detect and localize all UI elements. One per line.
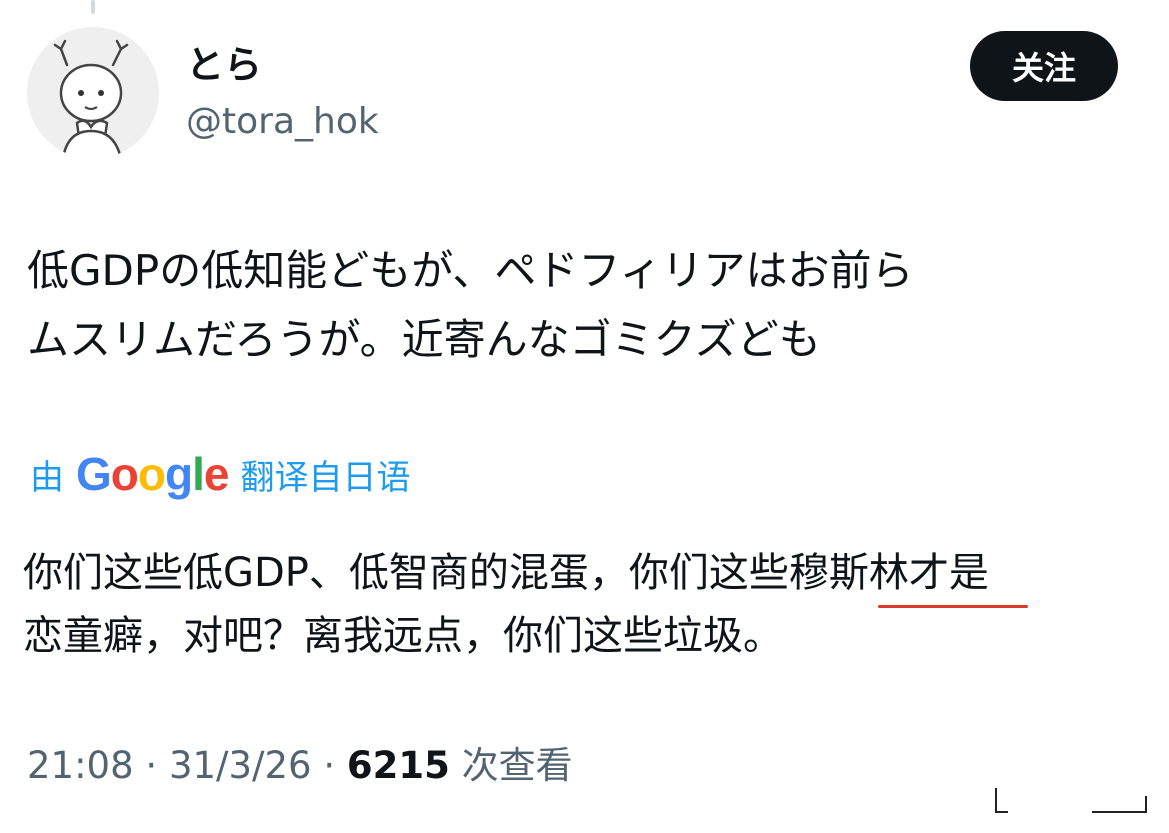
cartoon-baby-avatar-icon	[27, 27, 159, 159]
tweet-date[interactable]: 31/3/26	[169, 744, 312, 787]
translation-source-label: 翻译自日语	[240, 457, 411, 498]
red-underline-annotation	[878, 605, 1028, 608]
user-handle[interactable]: @tora_hok	[186, 98, 379, 146]
meta-separator: ·	[323, 744, 336, 787]
display-name[interactable]: とら	[186, 40, 262, 90]
translation-prefix: 由	[30, 457, 64, 498]
corner-bracket-icon	[995, 788, 1147, 813]
google-logo: Google	[76, 448, 229, 500]
tweet-meta: 21:08 · 31/3/26 · 6215 次查看	[27, 740, 573, 792]
thread-connector-line	[91, 0, 95, 14]
follow-button[interactable]: 关注	[970, 31, 1118, 101]
tweet-text: 低GDPの低知能どもが、ペドフィリアはお前ら ムスリムだろうが。近寄んなゴミクズ…	[27, 246, 914, 364]
translation-attribution[interactable]: 由 Google 翻译自日语	[30, 444, 410, 504]
views-count: 6215	[346, 744, 450, 787]
views-label: 次查看	[461, 744, 573, 787]
avatar[interactable]	[27, 27, 159, 159]
meta-separator: ·	[145, 744, 158, 787]
tweet-time[interactable]: 21:08	[27, 744, 134, 787]
